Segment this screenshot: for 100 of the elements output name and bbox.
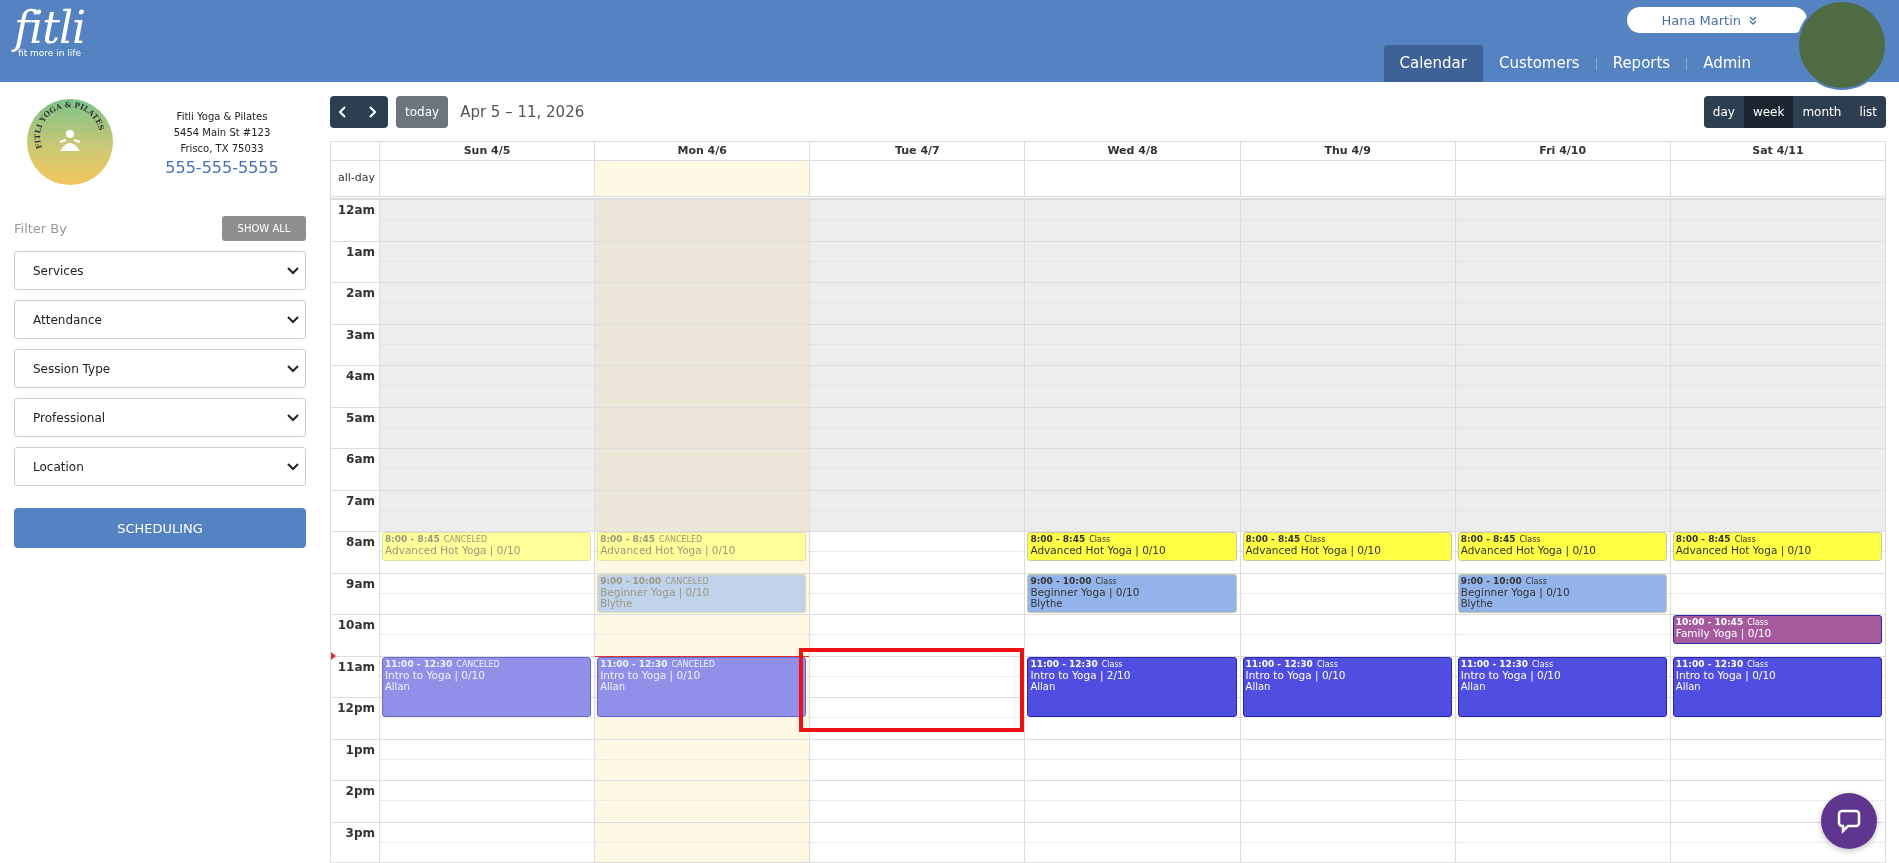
today-button[interactable]: today bbox=[396, 96, 449, 128]
chevron-left-icon bbox=[339, 106, 347, 118]
event-status: Class bbox=[1525, 576, 1547, 586]
view-tab[interactable]: week bbox=[1743, 96, 1794, 128]
event-title: Advanced Hot Yoga | 0/10 bbox=[1030, 544, 1167, 556]
event-status: CANCELED bbox=[456, 659, 500, 669]
nav-tab[interactable]: Calendar bbox=[1383, 45, 1483, 82]
hour-label: 9am bbox=[346, 576, 375, 591]
event-title: Advanced Hot Yoga | 0/10 bbox=[600, 544, 737, 556]
event-time: 11:00 - 12:30 bbox=[1460, 658, 1528, 669]
studio-address: 5454 Main St #123 bbox=[173, 125, 271, 140]
event-instructor: Allan bbox=[1245, 680, 1272, 692]
event-time: 11:00 - 12:30 bbox=[1030, 658, 1098, 669]
event-instructor: Blythe bbox=[1030, 597, 1063, 609]
all-day-label: all-day bbox=[336, 170, 376, 186]
event-status: CANCELED bbox=[443, 535, 488, 544]
chevron-down-icon bbox=[287, 462, 299, 471]
day-header: Sat 4/11 bbox=[1669, 142, 1885, 160]
event-instructor: Allan bbox=[1030, 680, 1057, 692]
event-status: CANCELED bbox=[671, 659, 715, 669]
chat-bubble-icon bbox=[1836, 808, 1862, 834]
event-status: Class bbox=[1747, 618, 1769, 627]
event-title: Advanced Hot Yoga | 0/10 bbox=[1675, 544, 1813, 556]
hour-label: 12am bbox=[337, 203, 375, 217]
hour-label: 12pm bbox=[337, 701, 375, 715]
show-all-button[interactable]: SHOW ALL bbox=[222, 216, 306, 241]
hour-label: 1am bbox=[346, 244, 375, 259]
day-header: Mon 4/6 bbox=[594, 142, 810, 160]
chevron-down-icon bbox=[287, 413, 299, 422]
hour-label: 5am bbox=[346, 410, 375, 425]
studio-address: Frisco, TX 75033 bbox=[180, 141, 264, 156]
view-tab[interactable]: day bbox=[1703, 96, 1744, 128]
event-status: CANCELED bbox=[665, 576, 709, 586]
event-instructor: Allan bbox=[385, 680, 411, 692]
hour-label: 2am bbox=[346, 286, 375, 300]
day-header: Wed 4/8 bbox=[1024, 142, 1240, 160]
nav-tab[interactable]: Customers bbox=[1482, 45, 1596, 82]
day-header: Thu 4/9 bbox=[1239, 142, 1455, 160]
event-time: 11:00 - 12:30 bbox=[600, 658, 668, 669]
event-card[interactable]: 11:00 - 12:30 Class Intro to Yoga | 2/10 Allan bbox=[1027, 656, 1237, 717]
event-instructor: Blythe bbox=[600, 597, 633, 609]
filter-select[interactable]: Location bbox=[14, 447, 306, 486]
nav-tab[interactable]: Admin bbox=[1687, 45, 1767, 82]
filter-title: Filter By bbox=[14, 221, 67, 236]
event-instructor: Blythe bbox=[1460, 597, 1493, 609]
phone-link[interactable]: 555-555-5555 bbox=[165, 159, 279, 176]
event-status: Class bbox=[1089, 535, 1111, 544]
view-tab[interactable]: month bbox=[1793, 96, 1851, 128]
view-tab[interactable]: list bbox=[1850, 96, 1886, 128]
event-title: Advanced Hot Yoga | 0/10 bbox=[385, 544, 522, 556]
event-time: 8:00 - 8:45 bbox=[1030, 534, 1086, 544]
event-card[interactable]: 8:00 - 8:45 Class Advanced Hot Yoga | 0/10 bbox=[1242, 532, 1452, 562]
event-title: Intro to Yoga | 0/10 bbox=[600, 668, 702, 681]
hour-label: 4am bbox=[346, 369, 375, 383]
event-card[interactable]: 8:00 - 8:45 Class Advanced Hot Yoga | 0/10 bbox=[1672, 532, 1882, 562]
event-status: Class bbox=[1316, 659, 1338, 669]
event-card[interactable]: 9:00 - 10:00 Class Beginner Yoga | 0/10 Blythe bbox=[1027, 573, 1237, 613]
event-time: 8:00 - 8:45 bbox=[1460, 534, 1516, 544]
event-title: Intro to Yoga | 0/10 bbox=[385, 668, 486, 681]
event-card[interactable]: 11:00 - 12:30 Class Intro to Yoga | 0/10 Allan bbox=[1457, 656, 1667, 717]
user-menu[interactable]: Hana Martin bbox=[1627, 7, 1807, 33]
event-card[interactable]: 8:00 - 8:45 Class Advanced Hot Yoga | 0/10 bbox=[1457, 532, 1667, 562]
filter-select[interactable]: Professional bbox=[14, 398, 306, 437]
event-title: Beginner Yoga | 0/10 bbox=[1460, 585, 1571, 598]
event-status: Class bbox=[1734, 535, 1756, 544]
filter-select[interactable]: Attendance bbox=[14, 300, 306, 339]
event-status: Class bbox=[1095, 576, 1117, 586]
hour-label: 11am bbox=[337, 659, 375, 674]
event-instructor: Allan bbox=[1675, 680, 1702, 692]
day-header: Fri 4/10 bbox=[1454, 142, 1670, 160]
hour-label: 2pm bbox=[345, 784, 375, 798]
event-title: Intro to Yoga | 0/10 bbox=[1675, 668, 1777, 681]
nav-tab[interactable]: Reports bbox=[1596, 45, 1687, 82]
filter-select[interactable]: Services bbox=[14, 251, 306, 290]
chevron-down-icon bbox=[287, 266, 299, 275]
event-time: 11:00 - 12:30 bbox=[1675, 658, 1744, 669]
event-time: 8:00 - 8:45 bbox=[1675, 534, 1731, 544]
chevron-down-icon bbox=[287, 315, 299, 324]
event-card[interactable]: 11:00 - 12:30 Class Intro to Yoga | 0/10 Allan bbox=[1672, 656, 1882, 717]
event-card[interactable]: 8:00 - 8:45 Class Advanced Hot Yoga | 0/10 bbox=[1027, 532, 1237, 562]
chevron-right-icon bbox=[368, 106, 376, 118]
previous-button[interactable] bbox=[330, 96, 356, 128]
event-status: CANCELED bbox=[658, 535, 703, 544]
event-card[interactable]: 11:00 - 12:30 Class Intro to Yoga | 0/10 Allan bbox=[1242, 656, 1452, 717]
hour-label: 10am bbox=[337, 618, 375, 632]
scheduling-button[interactable]: SCHEDULING bbox=[14, 508, 306, 548]
filter-select[interactable]: Session Type bbox=[14, 349, 306, 388]
event-card[interactable]: 10:00 - 10:45 Class Family Yoga | 0/10 bbox=[1672, 615, 1882, 645]
event-status: Class bbox=[1532, 659, 1554, 669]
double-chevron-icon bbox=[1749, 15, 1757, 25]
event-time: 8:00 - 8:45 bbox=[385, 534, 440, 544]
studio-name: Fitli Yoga & Pilates bbox=[176, 109, 268, 124]
hour-label: 3am bbox=[346, 327, 375, 342]
event-instructor: Allan bbox=[1460, 680, 1487, 692]
event-time: 8:00 - 8:45 bbox=[1245, 534, 1301, 544]
event-time: 11:00 - 12:30 bbox=[1245, 658, 1313, 669]
next-button[interactable] bbox=[356, 96, 388, 128]
event-card[interactable]: 9:00 - 10:00 Class Beginner Yoga | 0/10 Blythe bbox=[1457, 573, 1667, 613]
event-time: 9:00 - 10:00 bbox=[1460, 575, 1522, 586]
event-status: Class bbox=[1519, 535, 1541, 544]
